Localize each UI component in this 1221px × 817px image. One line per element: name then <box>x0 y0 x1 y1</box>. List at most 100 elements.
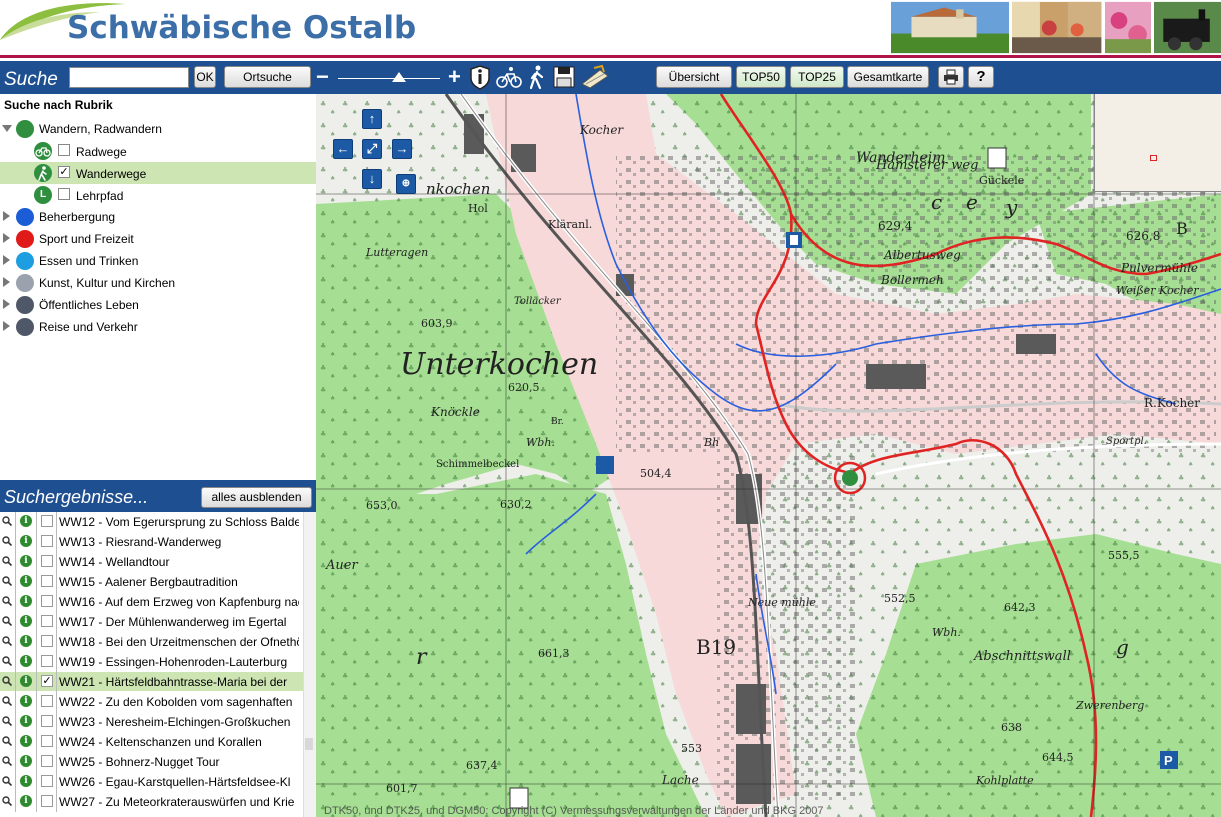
pan-up-button[interactable]: ↑ <box>362 109 382 129</box>
result-row[interactable]: i WW27 - Zu Meteorkraterauswürfen und Kri… <box>0 792 303 812</box>
expand-arrow-icon[interactable] <box>3 211 10 221</box>
overview-map[interactable] <box>1094 94 1221 192</box>
result-row[interactable]: i WW25 - Bohnerz-Nugget Tour <box>0 752 303 772</box>
result-row[interactable]: i WW15 - Aalener Bergbautradition <box>0 572 303 592</box>
ok-button[interactable]: OK <box>194 66 216 88</box>
gesamtkarte-button[interactable]: Gesamtkarte <box>847 66 929 88</box>
magnifier-icon[interactable] <box>2 536 12 546</box>
magnifier-icon[interactable] <box>2 696 12 706</box>
info-icon[interactable]: i <box>20 575 32 587</box>
print-button[interactable] <box>938 66 964 88</box>
result-row[interactable]: i ✓ WW21 - Härtsfeldbahntrasse-Maria bei d… <box>0 672 303 692</box>
info-icon[interactable]: i <box>20 715 32 727</box>
expand-arrow-icon[interactable] <box>3 255 10 265</box>
topographic-map[interactable]: ♣ ♠ <box>316 94 1221 817</box>
info-icon[interactable]: i <box>20 735 32 747</box>
subcategory-lehrpfad[interactable]: L Lehrpfad <box>0 184 316 206</box>
zoom-in-button[interactable]: + <box>448 66 461 88</box>
category-oeffentlich[interactable]: Öffentliches Leben <box>0 294 316 316</box>
radwege-checkbox[interactable] <box>58 144 70 156</box>
result-checkbox[interactable] <box>41 715 53 727</box>
subcategory-wanderwege[interactable]: ✓ Wanderwege <box>0 162 316 184</box>
lehrpfad-checkbox[interactable] <box>58 188 70 200</box>
info-icon[interactable]: i <box>20 755 32 767</box>
result-checkbox[interactable] <box>41 635 53 647</box>
info-icon[interactable]: i <box>20 775 32 787</box>
pan-down-button[interactable]: ↓ <box>362 169 382 189</box>
magnifier-icon[interactable] <box>2 736 12 746</box>
result-row[interactable]: i WW14 - Wellandtour <box>0 552 303 572</box>
info-icon[interactable]: i <box>20 635 32 647</box>
ortsuche-button[interactable]: Ortsuche <box>224 66 311 88</box>
info-icon[interactable] <box>467 64 493 90</box>
overview-viewport-marker[interactable] <box>1150 155 1157 161</box>
pan-right-button[interactable]: → <box>392 139 412 159</box>
magnifier-icon[interactable] <box>2 576 12 586</box>
magnifier-icon[interactable] <box>2 676 12 686</box>
top50-button[interactable]: TOP50 <box>736 66 786 88</box>
search-input[interactable] <box>69 67 189 88</box>
results-scrollbar[interactable] <box>303 512 316 817</box>
save-icon[interactable] <box>551 64 577 90</box>
expand-arrow-icon[interactable] <box>3 277 10 287</box>
result-row[interactable]: i WW16 - Auf dem Erzweg von Kapfenburg na… <box>0 592 303 612</box>
magnifier-icon[interactable] <box>2 776 12 786</box>
category-wandern[interactable]: Wandern, Radwandern <box>0 118 316 140</box>
result-row[interactable]: i WW17 - Der Mühlenwanderweg im Egertal <box>0 612 303 632</box>
magnifier-icon[interactable] <box>2 656 12 666</box>
result-checkbox[interactable] <box>41 775 53 787</box>
hide-all-button[interactable]: alles ausblenden <box>201 487 312 508</box>
category-kunst[interactable]: Kunst, Kultur und Kirchen <box>0 272 316 294</box>
result-row[interactable]: i WW24 - Keltenschanzen und Korallen <box>0 732 303 752</box>
info-icon[interactable]: i <box>20 535 32 547</box>
info-icon[interactable]: i <box>20 675 32 687</box>
magnifier-icon[interactable] <box>2 636 12 646</box>
subcategory-radwege[interactable]: Radwege <box>0 140 316 162</box>
results-scroll-thumb[interactable] <box>305 738 313 750</box>
help-button[interactable]: ? <box>968 66 994 88</box>
zoom-out-button[interactable]: − <box>316 66 329 88</box>
result-checkbox[interactable] <box>41 555 53 567</box>
result-row[interactable]: i WW26 - Egau-Karstquellen-Härtsfeldsee-K… <box>0 772 303 792</box>
zoom-slider-track[interactable] <box>338 78 440 79</box>
info-icon[interactable]: i <box>20 555 32 567</box>
top25-button[interactable]: TOP25 <box>790 66 844 88</box>
magnifier-icon[interactable] <box>2 796 12 806</box>
result-checkbox[interactable] <box>41 795 53 807</box>
pan-left-button[interactable]: ← <box>333 139 353 159</box>
hiker-icon[interactable] <box>524 64 550 90</box>
result-row[interactable]: i WW22 - Zu den Kobolden vom sagenhaften <box>0 692 303 712</box>
result-row[interactable]: i WW23 - Neresheim-Elchingen-Großkuchen <box>0 712 303 732</box>
zoom-box-button[interactable]: ⊕ <box>396 174 416 194</box>
info-icon[interactable]: i <box>20 595 32 607</box>
result-checkbox[interactable]: ✓ <box>41 675 53 687</box>
result-checkbox[interactable] <box>41 655 53 667</box>
wanderwege-checkbox[interactable]: ✓ <box>58 166 70 178</box>
info-icon[interactable]: i <box>20 695 32 707</box>
expand-arrow-icon[interactable] <box>3 233 10 243</box>
expand-arrow-icon[interactable] <box>3 321 10 331</box>
collapse-arrow-icon[interactable] <box>2 125 12 132</box>
result-checkbox[interactable] <box>41 595 53 607</box>
category-essen[interactable]: Essen und Trinken <box>0 250 316 272</box>
magnifier-icon[interactable] <box>2 516 12 526</box>
result-checkbox[interactable] <box>41 755 53 767</box>
uebersicht-button[interactable]: Übersicht <box>656 66 732 88</box>
magnifier-icon[interactable] <box>2 756 12 766</box>
info-icon[interactable]: i <box>20 655 32 667</box>
result-row[interactable]: i WW12 - Vom Egerursprung zu Schloss Bald… <box>0 512 303 532</box>
info-icon[interactable]: i <box>20 515 32 527</box>
magnifier-icon[interactable] <box>2 556 12 566</box>
magnifier-icon[interactable] <box>2 716 12 726</box>
result-row[interactable]: i WW13 - Riesrand-Wanderweg <box>0 532 303 552</box>
result-checkbox[interactable] <box>41 535 53 547</box>
result-checkbox[interactable] <box>41 515 53 527</box>
info-icon[interactable]: i <box>20 615 32 627</box>
map-canvas[interactable]: ♣ ♠ <box>316 94 1221 817</box>
result-checkbox[interactable] <box>41 735 53 747</box>
category-beherbergung[interactable]: Beherbergung <box>0 206 316 228</box>
category-reise[interactable]: Reise und Verkehr <box>0 316 316 338</box>
bicycle-icon[interactable] <box>496 64 522 90</box>
result-row[interactable]: i WW18 - Bei den Urzeitmenschen der Ofnet… <box>0 632 303 652</box>
magnifier-icon[interactable] <box>2 596 12 606</box>
